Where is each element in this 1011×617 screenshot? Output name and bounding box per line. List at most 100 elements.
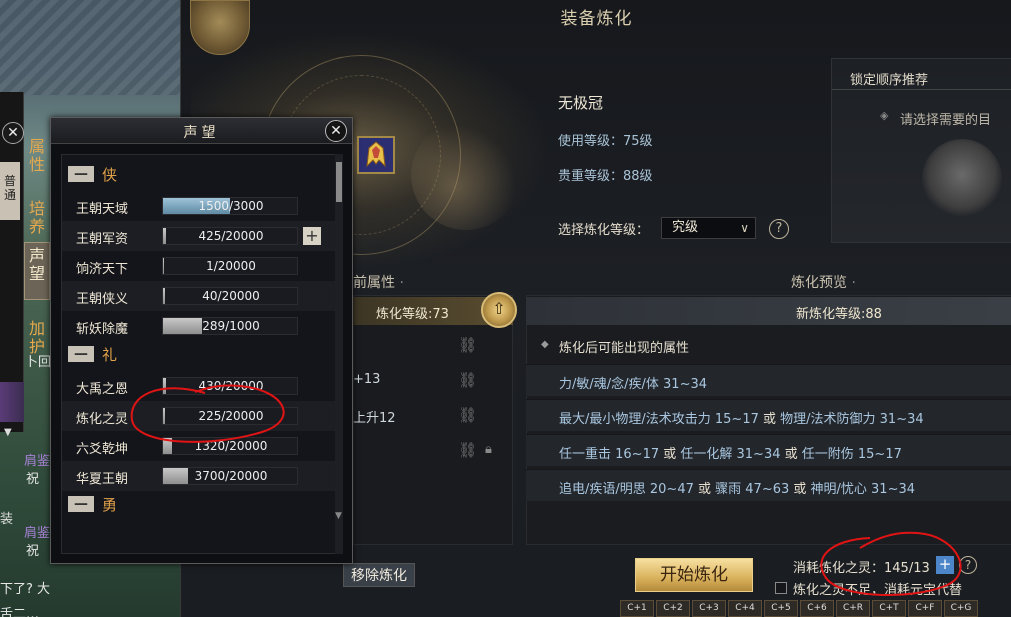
noble-level: 贵重等级：88级 [558,169,653,184]
reputation-bar: 225/20000 [162,407,298,425]
minus-icon[interactable]: — [68,346,94,362]
link-icon[interactable]: ⛓ [458,336,477,354]
reputation-row[interactable]: 华夏王朝 3700/20000 [62,461,342,491]
close-icon[interactable]: ✕ [325,120,347,142]
reputation-bar: 1/20000 [162,257,298,275]
reputation-row[interactable]: 饷济天下 1/20000 [62,251,342,281]
chat-line: 祝 [26,472,40,487]
helmet-icon [359,138,393,172]
hotkey-slot[interactable]: C+5 [764,600,798,617]
scrollbar-thumb[interactable] [336,162,342,202]
help-icon[interactable]: ? [769,219,789,239]
link-icon[interactable]: ⛓ [458,371,477,389]
help-icon[interactable]: ? [959,556,977,574]
hotkey-slot[interactable]: C+G [944,600,978,617]
chat-line: 卜回 [25,355,52,370]
reputation-bar: 3700/20000 [162,467,298,485]
side-banner [0,382,24,422]
lock-order-hint: 请选择需要的目 [900,113,992,128]
scroll-down-icon[interactable]: ▼ [335,511,342,521]
current-attr-row: ⛓ 🔒︎ [353,436,513,466]
reputation-name: 大禹之恩 [76,382,129,397]
preview-header: 炼化预览 [791,272,856,292]
hotkey-slot[interactable]: C+6 [800,600,834,617]
hotkey-slot[interactable]: C+2 [656,600,690,617]
hotkey-slot[interactable]: C+4 [728,600,762,617]
level-select[interactable]: 究级 ∨ [661,217,756,239]
current-attr-row: 上升12 ⛓ [353,401,513,431]
arrow-down-icon[interactable]: ▼ [4,427,12,438]
reputation-group[interactable]: — 勇 [68,493,338,517]
reputation-value: 289/1000 [202,319,260,333]
lock-order-title: 锁定顺序推荐 [850,73,929,88]
start-refine-button[interactable]: 开始炼化 [635,558,753,592]
hotkey-slot[interactable]: C+R [836,600,870,617]
reputation-bar: 430/20000 [162,377,298,395]
reputation-row[interactable]: 王朝侠义 40/20000 [62,281,342,311]
reputation-bar: 1500/3000 [162,197,298,215]
upgrade-icon[interactable]: ⇧ [481,292,517,328]
reputation-group[interactable]: — 礼 [68,343,338,367]
preview-attr-row: 力/敏/魂/念/疾/体 31~34 [526,364,1011,396]
hotkey-slot[interactable]: C+1 [620,600,654,617]
reputation-row[interactable]: 大禹之恩 430/20000 [62,371,342,401]
tab-reputation[interactable]: 声望 [24,242,50,300]
reputation-row[interactable]: 王朝天域 1500/3000 [62,191,342,221]
reputation-row[interactable]: 王朝军资 425/20000 + [62,221,342,251]
item-name: 无极冠 [558,94,604,112]
remove-refine-button[interactable]: 移除炼化 [343,563,415,587]
scrollbar[interactable] [335,154,343,554]
select-level-label: 选择炼化等级： [558,223,650,238]
group-label: 侠 [102,166,118,184]
reputation-bar: 40/20000 [162,287,298,305]
reputation-group[interactable]: — 侠 [68,163,338,187]
chat-line: 祝 [26,544,40,559]
add-icon[interactable]: + [936,556,954,574]
reputation-bar: 289/1000 [162,317,298,335]
minus-icon[interactable]: — [68,166,94,182]
character-panel: 普通 ✕ 属性 培养 声望 加护 ▼ [0,92,52,562]
close-icon[interactable]: ✕ [2,122,24,144]
hotkey-slot[interactable]: C+F [908,600,942,617]
reputation-name: 王朝军资 [76,232,129,247]
reputation-value: 430/20000 [198,379,264,393]
divider [832,89,1011,90]
link-icon[interactable]: ⛓ [458,406,477,424]
new-level: 新炼化等级:88 [796,307,882,322]
reputation-bar: 1320/20000 [162,437,298,455]
tab-attributes[interactable]: 属性 [24,138,50,174]
reputation-name: 王朝天域 [76,202,129,217]
chat-line: 肩鉴 [24,526,51,541]
reputation-value: 40/20000 [202,289,260,303]
hotkey-bar: C+1 C+2 C+3 C+4 C+5 C+6 C+R C+T C+F C+G [620,600,1011,617]
reputation-row[interactable]: 炼化之灵 225/20000 [62,401,342,431]
use-level: 使用等级：75级 [558,134,653,149]
current-attr-row: ⛓ [353,331,513,361]
item-slot[interactable] [357,136,395,174]
plus-icon[interactable]: + [303,227,321,245]
reputation-row[interactable]: 六爻乾坤 1320/20000 [62,431,342,461]
preview-subtitle: 炼化后可能出现的属性 [559,341,690,356]
reputation-value: 3700/20000 [194,469,268,483]
chevron-down-icon: ∨ [740,221,749,235]
group-label: 礼 [102,346,118,364]
link-icon[interactable]: ⛓ [458,441,477,459]
hotkey-slot[interactable]: C+3 [692,600,726,617]
preview-attr-row: 追电/疾语/明思 20~47 或 骤雨 47~63 或 神明/忧心 31~34 [526,469,1011,501]
reputation-name: 华夏王朝 [76,472,129,487]
reputation-window: 声望 ✕ — 侠 王朝天域 1500/3000 王朝军资 425/20000 +… [50,117,353,564]
group-label: 勇 [102,496,118,514]
preview-attr-text: 任一重击 16~17 或 任一化解 31~34 或 任一附伤 15~17 [559,447,902,462]
reputation-value: 225/20000 [198,409,264,423]
lock-icon[interactable]: 🔒︎ [485,442,492,457]
hotkey-slot[interactable]: C+T [872,600,906,617]
tab-training[interactable]: 培养 [24,200,50,236]
yuanbao-checkbox[interactable] [775,582,787,594]
preview-attr-text: 力/敏/魂/念/疾/体 31~34 [559,377,708,392]
minus-icon[interactable]: — [68,496,94,512]
reputation-list: — 侠 王朝天域 1500/3000 王朝军资 425/20000 + 饷济天下… [61,154,343,554]
current-attr-row: +13 ⛓ [353,366,513,396]
reputation-row[interactable]: 斩妖除魔 289/1000 [62,311,342,341]
reputation-name: 饷济天下 [76,262,129,277]
normal-tab[interactable]: 普通 [0,162,20,220]
